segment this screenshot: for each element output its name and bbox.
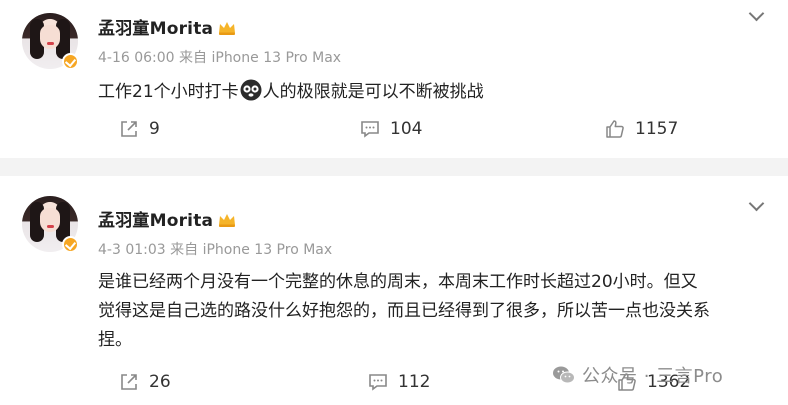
like-button[interactable]: 1157	[605, 114, 678, 144]
crown-icon	[219, 214, 236, 227]
chevron-down-icon[interactable]	[748, 195, 765, 212]
repost-button[interactable]: 26	[119, 367, 171, 397]
verified-badge-icon	[62, 53, 79, 70]
thumbs-up-icon	[606, 120, 624, 138]
dizzy-face-emoji-icon	[240, 79, 262, 101]
comment-count: 112	[398, 372, 431, 392]
post-content: 工作21个小时打卡 人的极限就是可以不断被挑战	[98, 78, 758, 107]
share-icon	[121, 374, 137, 390]
post-actions: 9 104 1157	[0, 114, 788, 144]
post-content: 是谁已经两个月没有一个完整的休息的周末，本周末工作时长超过20小时。但又 觉得这…	[98, 268, 758, 355]
post-divider	[0, 158, 788, 176]
verified-badge-icon	[62, 236, 79, 253]
post-meta: 4-3 01:03 来自 iPhone 13 Pro Max	[98, 239, 332, 259]
share-icon	[121, 121, 137, 137]
like-count: 1157	[635, 119, 679, 139]
post-text-line1: 是谁已经两个月没有一个完整的休息的周末，本周末工作时长超过20小时。但又	[98, 272, 698, 292]
post-source: 来自 iPhone 13 Pro Max	[170, 242, 333, 258]
post-text-line3: 捏。	[98, 330, 132, 350]
wechat-icon	[553, 366, 575, 384]
repost-button[interactable]: 9	[119, 114, 160, 144]
post-text-part1: 工作21个小时打卡	[98, 82, 239, 102]
author-name-text: 孟羽童Morita	[98, 211, 214, 231]
comment-button[interactable]: 104	[360, 114, 422, 144]
chevron-down-icon[interactable]	[748, 5, 765, 22]
comment-icon	[361, 121, 379, 138]
post-meta: 4-16 06:00 来自 iPhone 13 Pro Max	[98, 47, 341, 67]
comment-count: 104	[390, 119, 423, 139]
avatar[interactable]	[22, 13, 79, 70]
weibo-post-1: 孟羽童Morita 4-16 06:00 来自 iPhone 13 Pro Ma…	[0, 0, 788, 158]
watermark-text: 公众号 · 三言Pro	[582, 366, 724, 387]
repost-count: 26	[149, 372, 171, 392]
post-time[interactable]: 4-16 06:00	[98, 50, 175, 66]
avatar[interactable]	[22, 196, 79, 253]
crown-icon	[219, 22, 236, 35]
comment-icon	[369, 374, 387, 391]
comment-button[interactable]: 112	[368, 367, 430, 397]
post-time[interactable]: 4-3 01:03	[98, 242, 166, 258]
post-source: 来自 iPhone 13 Pro Max	[179, 50, 342, 66]
post-text-part2: 人的极限就是可以不断被挑战	[262, 82, 484, 102]
wechat-watermark: 公众号 · 三言Pro	[552, 362, 723, 388]
author-name[interactable]: 孟羽童Morita	[98, 206, 237, 231]
repost-count: 9	[149, 119, 160, 139]
post-text-line2: 觉得这是自己选的路没什么好抱怨的，而且已经得到了很多，所以苦一点也没关系	[98, 301, 710, 321]
author-name-text: 孟羽童Morita	[98, 19, 214, 39]
author-name[interactable]: 孟羽童Morita	[98, 14, 237, 39]
